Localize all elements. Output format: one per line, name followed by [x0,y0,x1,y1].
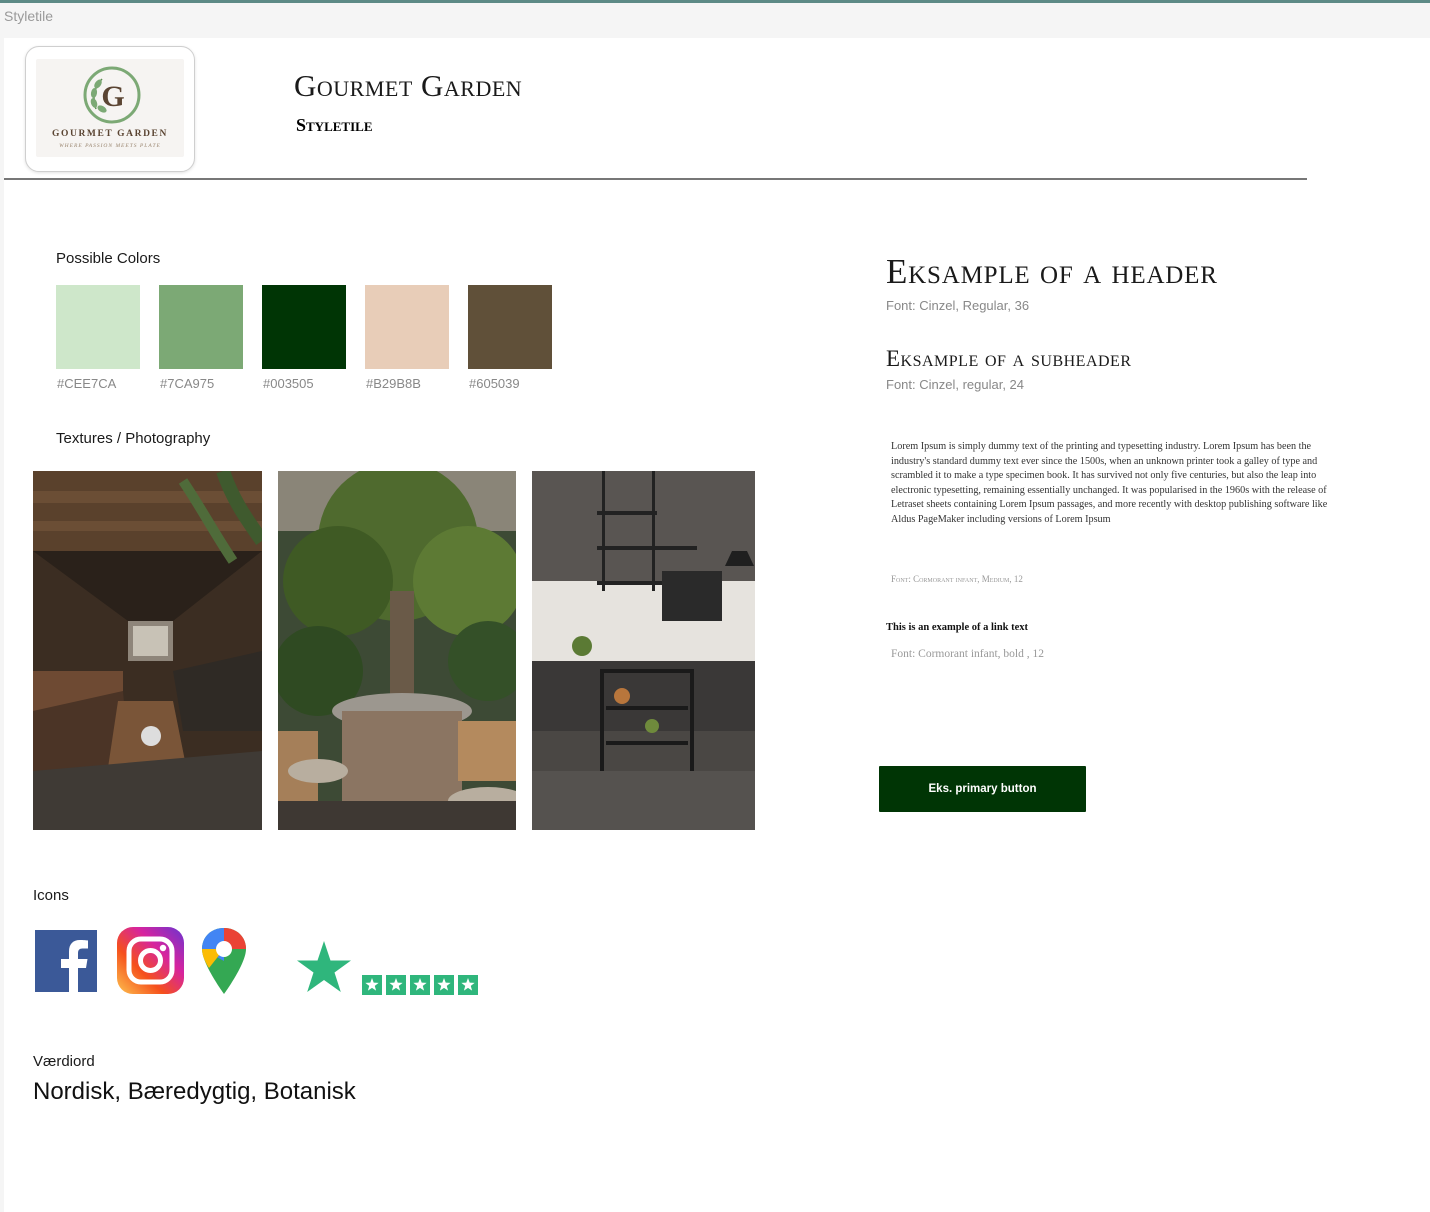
logo-tagline: WHERE PASSION MEETS PLATE [59,143,161,149]
colors-label: Possible Colors [56,250,161,267]
link-text-sample[interactable]: This is an example of a link text [886,622,1028,633]
header-divider [4,178,1307,180]
header-font-note: Font: Cinzel, Regular, 36 [886,298,1030,313]
logo-monogram-letter: G [101,80,124,113]
color-swatch [468,285,552,369]
page-title: Gourmet Garden [294,68,523,103]
logo-monogram-icon: G [83,66,141,124]
window-top-border [0,0,1430,3]
textures-label: Textures / Photography [56,430,211,447]
page-subtitle: Styletile [296,115,373,135]
logo-name: GOURMET GARDEN [52,129,168,139]
values-label: Værdiord [33,1053,95,1070]
restaurant-interior-photo [33,471,262,830]
frame-label[interactable]: Styletile [4,8,53,24]
google-maps-icon[interactable] [200,926,248,996]
logo: G GOURMET GARDEN WHERE PASSION MEETS PLA… [36,59,184,157]
facebook-icon[interactable] [35,930,97,992]
color-swatch [262,285,346,369]
tree-dining-photo [278,471,516,830]
color-code: #CEE7CA [57,376,117,391]
subheader-font-note: Font: Cinzel, regular, 24 [886,377,1025,392]
link-font-note: Font: Cormorant infant, bold , 12 [891,648,1045,660]
color-code: #7CA975 [160,376,215,391]
color-code: #605039 [469,376,520,391]
icons-label: Icons [33,887,69,904]
logo-card: G GOURMET GARDEN WHERE PASSION MEETS PLA… [25,46,195,172]
values-text: Nordisk, Bæredygtig, Botanisk [33,1078,356,1105]
color-code: #B29B8B [366,376,421,391]
color-swatch [365,285,449,369]
primary-button[interactable]: Eks. primary button [879,766,1086,812]
body-font-note: Font: Cormorant infant, Medium, 12 [891,574,1023,584]
body-text-sample: Lorem Ipsum is simply dummy text of the … [891,441,1328,525]
color-code: #003505 [263,376,314,391]
instagram-icon[interactable] [117,927,184,994]
kitchen-photo [532,471,755,830]
color-swatch [159,285,243,369]
header-sample: Eksample of a header [886,252,1218,291]
trustpilot-icon[interactable] [296,941,482,996]
subheader-sample: Eksample of a subheader [886,346,1132,371]
color-swatch [56,285,140,369]
